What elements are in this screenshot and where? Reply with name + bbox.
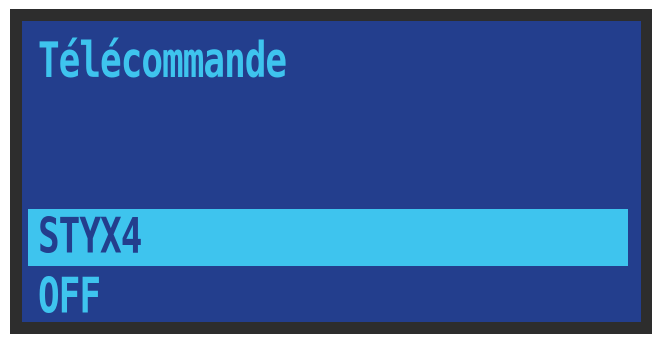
menu-item-label: STYX4 [38, 209, 142, 265]
lcd-screen: Télécommande STYX4 OFF [22, 21, 641, 322]
screen-title: Télécommande [38, 33, 287, 89]
menu-item-label: OFF [38, 269, 101, 322]
menu-item-styx4[interactable]: STYX4 [28, 209, 628, 266]
menu-item-off[interactable]: OFF [28, 269, 628, 322]
